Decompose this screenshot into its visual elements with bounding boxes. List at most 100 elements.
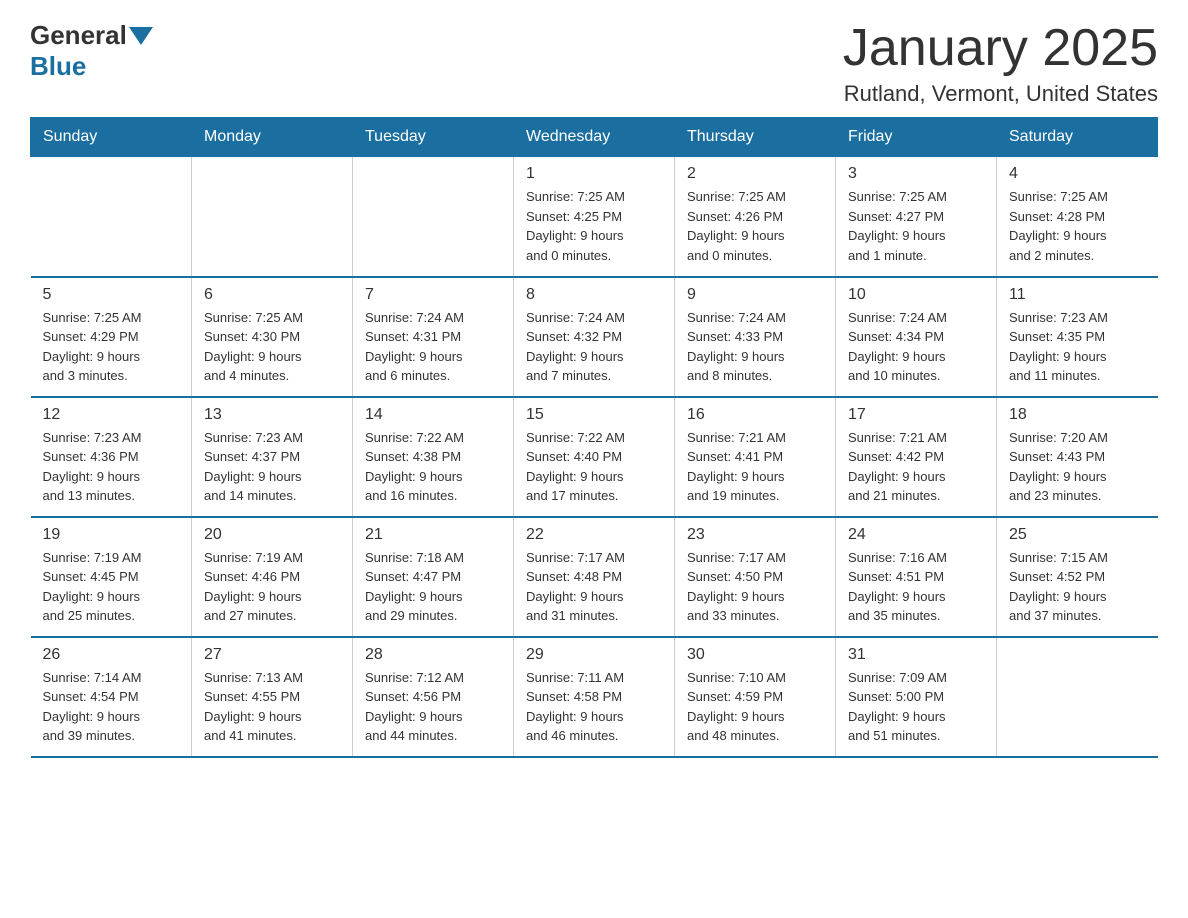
day-number: 26 [43, 646, 180, 664]
calendar-header-friday: Friday [836, 118, 997, 157]
day-number: 12 [43, 406, 180, 424]
calendar-day-cell: 9Sunrise: 7:24 AMSunset: 4:33 PMDaylight… [675, 277, 836, 397]
day-info: Sunrise: 7:18 AMSunset: 4:47 PMDaylight:… [365, 548, 501, 626]
calendar-day-cell: 10Sunrise: 7:24 AMSunset: 4:34 PMDayligh… [836, 277, 997, 397]
calendar-day-cell: 26Sunrise: 7:14 AMSunset: 4:54 PMDayligh… [31, 637, 192, 757]
calendar-day-cell: 17Sunrise: 7:21 AMSunset: 4:42 PMDayligh… [836, 397, 997, 517]
calendar-day-cell: 23 Sunrise: 7:17 AMSunset: 4:50 PMDayligh… [675, 517, 836, 637]
day-info: Sunrise: 7:21 AMSunset: 4:41 PMDaylight:… [687, 428, 823, 506]
day-number: 7 [365, 286, 501, 304]
day-number: 27 [204, 646, 340, 664]
logo-general-text: General [30, 20, 127, 51]
day-number: 16 [687, 406, 823, 424]
day-info: Sunrise: 7:10 AMSunset: 4:59 PMDaylight:… [687, 668, 823, 746]
calendar-day-cell: 12Sunrise: 7:23 AMSunset: 4:36 PMDayligh… [31, 397, 192, 517]
day-info: Sunrise: 7:19 AMSunset: 4:45 PMDaylight:… [43, 548, 180, 626]
calendar-day-cell: 14 Sunrise: 7:22 AMSunset: 4:38 PMDayligh… [353, 397, 514, 517]
day-number: 6 [204, 286, 340, 304]
day-info: Sunrise: 7:16 AMSunset: 4:51 PMDaylight:… [848, 548, 984, 626]
calendar-header-tuesday: Tuesday [353, 118, 514, 157]
calendar-day-cell: 4 Sunrise: 7:25 AMSunset: 4:28 PMDaylight… [997, 157, 1158, 277]
day-info: Sunrise: 7:23 AMSunset: 4:37 PMDaylight:… [204, 428, 340, 506]
calendar-day-cell: 18 Sunrise: 7:20 AMSunset: 4:43 PMDayligh… [997, 397, 1158, 517]
day-info: Sunrise: 7:25 AMSunset: 4:28 PMDaylight:… [1009, 187, 1146, 265]
calendar-empty-cell [353, 157, 514, 277]
day-number: 19 [43, 526, 180, 544]
day-number: 31 [848, 646, 984, 664]
day-number: 8 [526, 286, 662, 304]
day-number: 5 [43, 286, 180, 304]
calendar-day-cell: 1 Sunrise: 7:25 AMSunset: 4:25 PMDaylight… [514, 157, 675, 277]
calendar-header-sunday: Sunday [31, 118, 192, 157]
calendar-day-cell: 7 Sunrise: 7:24 AMSunset: 4:31 PMDaylight… [353, 277, 514, 397]
calendar-day-cell: 31Sunrise: 7:09 AMSunset: 5:00 PMDayligh… [836, 637, 997, 757]
page-header: General Blue January 2025 Rutland, Vermo… [30, 20, 1158, 107]
calendar-day-cell: 21 Sunrise: 7:18 AMSunset: 4:47 PMDayligh… [353, 517, 514, 637]
logo-arrow-icon [129, 27, 153, 45]
day-info: Sunrise: 7:22 AMSunset: 4:40 PMDaylight:… [526, 428, 662, 506]
calendar-empty-cell [192, 157, 353, 277]
day-number: 3 [848, 165, 984, 183]
calendar-week-row: 19 Sunrise: 7:19 AMSunset: 4:45 PMDayligh… [31, 517, 1158, 637]
day-number: 14 [365, 406, 501, 424]
day-number: 11 [1009, 286, 1146, 304]
calendar-day-cell: 27 Sunrise: 7:13 AMSunset: 4:55 PMDayligh… [192, 637, 353, 757]
day-info: Sunrise: 7:13 AMSunset: 4:55 PMDaylight:… [204, 668, 340, 746]
day-info: Sunrise: 7:24 AMSunset: 4:34 PMDaylight:… [848, 308, 984, 386]
day-info: Sunrise: 7:21 AMSunset: 4:42 PMDaylight:… [848, 428, 984, 506]
calendar-day-cell: 28 Sunrise: 7:12 AMSunset: 4:56 PMDayligh… [353, 637, 514, 757]
day-number: 30 [687, 646, 823, 664]
day-info: Sunrise: 7:24 AMSunset: 4:32 PMDaylight:… [526, 308, 662, 386]
calendar-header-monday: Monday [192, 118, 353, 157]
calendar-day-cell: 15 Sunrise: 7:22 AMSunset: 4:40 PMDayligh… [514, 397, 675, 517]
calendar-header-thursday: Thursday [675, 118, 836, 157]
day-number: 22 [526, 526, 662, 544]
day-info: Sunrise: 7:11 AMSunset: 4:58 PMDaylight:… [526, 668, 662, 746]
logo-blue-text: Blue [30, 51, 86, 82]
calendar-week-row: 26Sunrise: 7:14 AMSunset: 4:54 PMDayligh… [31, 637, 1158, 757]
day-info: Sunrise: 7:23 AMSunset: 4:35 PMDaylight:… [1009, 308, 1146, 386]
calendar-day-cell: 11 Sunrise: 7:23 AMSunset: 4:35 PMDayligh… [997, 277, 1158, 397]
calendar-week-row: 1 Sunrise: 7:25 AMSunset: 4:25 PMDaylight… [31, 157, 1158, 277]
day-info: Sunrise: 7:25 AMSunset: 4:26 PMDaylight:… [687, 187, 823, 265]
day-info: Sunrise: 7:22 AMSunset: 4:38 PMDaylight:… [365, 428, 501, 506]
day-number: 2 [687, 165, 823, 183]
calendar-day-cell: 30 Sunrise: 7:10 AMSunset: 4:59 PMDayligh… [675, 637, 836, 757]
calendar-day-cell: 25 Sunrise: 7:15 AMSunset: 4:52 PMDayligh… [997, 517, 1158, 637]
day-number: 29 [526, 646, 662, 664]
day-number: 25 [1009, 526, 1146, 544]
calendar-day-cell: 20 Sunrise: 7:19 AMSunset: 4:46 PMDayligh… [192, 517, 353, 637]
day-info: Sunrise: 7:12 AMSunset: 4:56 PMDaylight:… [365, 668, 501, 746]
day-number: 18 [1009, 406, 1146, 424]
day-number: 13 [204, 406, 340, 424]
day-info: Sunrise: 7:19 AMSunset: 4:46 PMDaylight:… [204, 548, 340, 626]
day-number: 4 [1009, 165, 1146, 183]
day-info: Sunrise: 7:25 AMSunset: 4:25 PMDaylight:… [526, 187, 662, 265]
calendar-day-cell: 2 Sunrise: 7:25 AMSunset: 4:26 PMDaylight… [675, 157, 836, 277]
day-number: 23 [687, 526, 823, 544]
calendar-header-wednesday: Wednesday [514, 118, 675, 157]
day-info: Sunrise: 7:25 AMSunset: 4:30 PMDaylight:… [204, 308, 340, 386]
day-number: 15 [526, 406, 662, 424]
day-number: 24 [848, 526, 984, 544]
logo: General Blue [30, 20, 155, 82]
title-section: January 2025 Rutland, Vermont, United St… [843, 20, 1158, 107]
day-number: 28 [365, 646, 501, 664]
day-number: 1 [526, 165, 662, 183]
calendar-day-cell: 6 Sunrise: 7:25 AMSunset: 4:30 PMDaylight… [192, 277, 353, 397]
calendar-table: SundayMondayTuesdayWednesdayThursdayFrid… [30, 117, 1158, 758]
day-number: 20 [204, 526, 340, 544]
calendar-day-cell: 3Sunrise: 7:25 AMSunset: 4:27 PMDaylight… [836, 157, 997, 277]
calendar-day-cell: 29 Sunrise: 7:11 AMSunset: 4:58 PMDayligh… [514, 637, 675, 757]
day-info: Sunrise: 7:24 AMSunset: 4:31 PMDaylight:… [365, 308, 501, 386]
day-info: Sunrise: 7:20 AMSunset: 4:43 PMDaylight:… [1009, 428, 1146, 506]
calendar-day-cell: 24 Sunrise: 7:16 AMSunset: 4:51 PMDayligh… [836, 517, 997, 637]
day-number: 21 [365, 526, 501, 544]
day-info: Sunrise: 7:24 AMSunset: 4:33 PMDaylight:… [687, 308, 823, 386]
calendar-header-row: SundayMondayTuesdayWednesdayThursdayFrid… [31, 118, 1158, 157]
day-info: Sunrise: 7:15 AMSunset: 4:52 PMDaylight:… [1009, 548, 1146, 626]
calendar-day-cell: 16 Sunrise: 7:21 AMSunset: 4:41 PMDayligh… [675, 397, 836, 517]
day-info: Sunrise: 7:17 AMSunset: 4:50 PMDaylight:… [687, 548, 823, 626]
location-subtitle: Rutland, Vermont, United States [843, 81, 1158, 107]
calendar-day-cell: 8 Sunrise: 7:24 AMSunset: 4:32 PMDaylight… [514, 277, 675, 397]
